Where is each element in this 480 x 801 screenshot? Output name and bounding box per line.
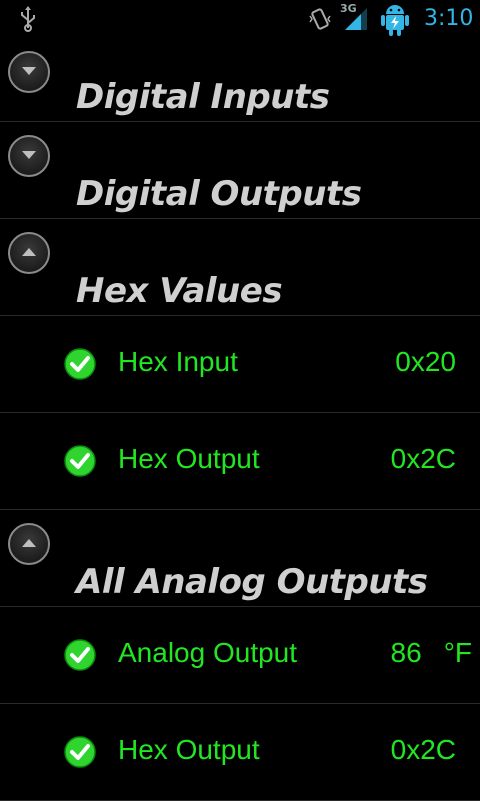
list-item-hex-output-2[interactable]: Hex Output 0x2C <box>0 704 480 801</box>
expand-button[interactable] <box>8 51 50 93</box>
section-title: All Analog Outputs <box>76 562 428 602</box>
item-label: Hex Output <box>118 734 260 765</box>
section-title: Digital Inputs <box>76 77 330 117</box>
expand-button[interactable] <box>8 135 50 177</box>
check-icon <box>64 445 96 477</box>
item-label: Hex Output <box>118 443 260 474</box>
item-label: Analog Output <box>118 637 298 668</box>
chevron-up-icon <box>22 248 36 256</box>
status-bar: 3G 3:10 <box>0 0 480 38</box>
item-value: 0x2C <box>390 734 456 765</box>
section-title: Digital Outputs <box>76 174 362 214</box>
collapse-button[interactable] <box>8 523 50 565</box>
signal-icon <box>345 8 367 30</box>
list-item-hex-output[interactable]: Hex Output 0x2C <box>0 413 480 510</box>
chevron-down-icon <box>22 67 36 75</box>
chevron-down-icon <box>22 151 36 159</box>
list-item-analog-output[interactable]: Analog Output 86 °F <box>0 607 480 704</box>
collapse-button[interactable] <box>8 232 50 274</box>
chevron-up-icon <box>22 539 36 547</box>
expandable-list: Digital Inputs Digital Outputs Hex Value… <box>0 38 480 801</box>
section-header-all-analog-outputs[interactable]: All Analog Outputs <box>0 510 480 607</box>
section-title: Hex Values <box>76 271 283 311</box>
section-header-digital-outputs[interactable]: Digital Outputs <box>0 122 480 219</box>
android-battery-icon <box>381 5 409 36</box>
check-icon <box>64 639 96 671</box>
item-label: Hex Input <box>118 346 238 377</box>
check-icon <box>64 348 96 380</box>
usb-icon <box>21 6 35 32</box>
item-value-with-unit: 86 °F <box>391 637 472 669</box>
item-unit: °F <box>443 637 472 668</box>
check-icon <box>64 736 96 768</box>
section-header-hex-values[interactable]: Hex Values <box>0 219 480 316</box>
item-value: 86 <box>390 637 422 668</box>
vibrate-icon <box>309 8 331 30</box>
list-item-hex-input[interactable]: Hex Input 0x20 <box>0 316 480 413</box>
item-value: 0x2C <box>390 443 456 474</box>
clock: 3:10 <box>424 6 474 31</box>
section-header-digital-inputs[interactable]: Digital Inputs <box>0 38 480 122</box>
item-value: 0x20 <box>395 346 456 377</box>
